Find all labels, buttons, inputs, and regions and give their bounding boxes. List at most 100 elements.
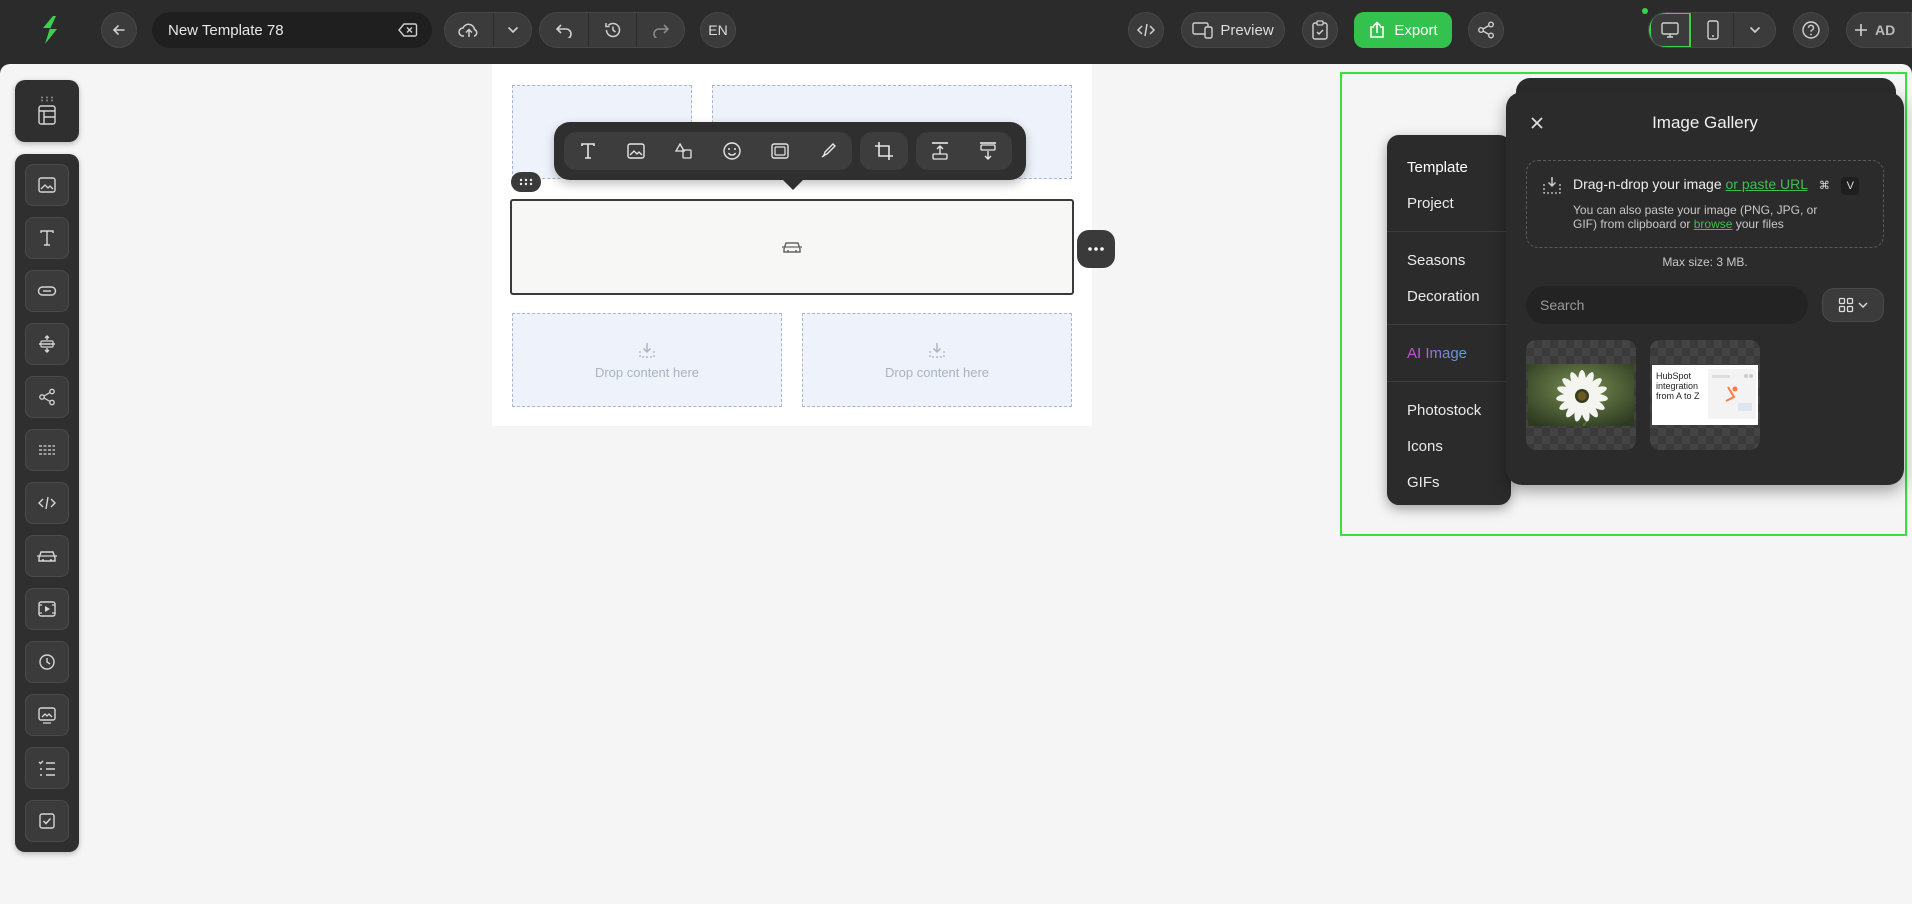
category-icons[interactable]: Icons <box>1387 428 1511 464</box>
gallery-image-hubspot[interactable]: HubSpot integration from A to Z <box>1650 340 1760 450</box>
drop-zone-bottom-left[interactable]: Drop content here <box>512 313 782 407</box>
html-block-button[interactable] <box>25 482 69 524</box>
preview-button[interactable]: Preview <box>1181 12 1285 48</box>
align-top-icon <box>932 142 948 160</box>
category-project[interactable]: Project <box>1387 185 1511 221</box>
social-block-icon <box>39 388 55 406</box>
test-button[interactable] <box>1302 12 1338 48</box>
export-button[interactable]: Export <box>1354 12 1452 48</box>
clipboard-check-icon <box>1312 20 1328 40</box>
save-dropdown-button[interactable] <box>493 13 531 47</box>
category-gifs[interactable]: GIFs <box>1387 464 1511 500</box>
menu-divider <box>1387 324 1511 325</box>
social-block-button[interactable] <box>25 376 69 418</box>
gallery-search-input[interactable] <box>1526 286 1808 324</box>
close-icon[interactable] <box>1528 114 1546 132</box>
redo-icon <box>652 24 669 38</box>
hubspot-graphic <box>1712 374 1753 411</box>
gallery-header: Image Gallery <box>1506 92 1904 154</box>
drop-icon <box>929 342 945 358</box>
export-label: Export <box>1394 21 1438 39</box>
chevron-down-icon <box>507 26 518 34</box>
language-label: EN <box>708 22 728 38</box>
timer-block-button[interactable] <box>25 641 69 683</box>
selected-menu-block[interactable] <box>510 199 1074 295</box>
back-button[interactable] <box>101 12 137 48</box>
hint-text-end: your files <box>1735 217 1784 231</box>
view-mode-dropdown[interactable] <box>1822 288 1884 322</box>
save-group <box>444 12 532 48</box>
code-view-button[interactable] <box>1128 12 1164 48</box>
category-template[interactable]: Template <box>1387 149 1511 185</box>
device-dropdown-button[interactable] <box>1733 13 1775 47</box>
more-options-button[interactable] <box>1077 230 1115 268</box>
banner-block-button[interactable] <box>25 694 69 736</box>
mobile-view-button[interactable] <box>1691 13 1733 47</box>
menu-block-button[interactable] <box>25 535 69 577</box>
image-block-button[interactable] <box>25 164 69 206</box>
text-block-button[interactable] <box>25 217 69 259</box>
add-emoji-button[interactable] <box>708 132 756 170</box>
add-image-button[interactable] <box>612 132 660 170</box>
category-ai-image[interactable]: AI Image <box>1387 335 1511 371</box>
devices-icon <box>1192 22 1214 39</box>
category-decoration[interactable]: Decoration <box>1387 278 1511 314</box>
gallery-title: Image Gallery <box>1652 113 1758 132</box>
blocks-panel-toggle[interactable] <box>15 80 79 142</box>
browse-link[interactable]: browse <box>1694 217 1733 231</box>
cloud-upload-button[interactable] <box>445 13 493 47</box>
drop-hint: You can also paste your image (PNG, JPG,… <box>1573 203 1833 231</box>
brush-button[interactable] <box>804 132 852 170</box>
help-button[interactable] <box>1793 12 1829 48</box>
align-middle-icon <box>980 142 996 160</box>
checkbox-block-icon <box>39 813 55 829</box>
history-button[interactable] <box>588 13 636 47</box>
add-shape-button[interactable] <box>660 132 708 170</box>
add-frame-button[interactable] <box>756 132 804 170</box>
crop-group <box>860 132 908 170</box>
crop-button[interactable] <box>860 132 908 170</box>
align-top-button[interactable] <box>916 132 964 170</box>
align-bottom-button[interactable] <box>964 132 1012 170</box>
drop-text-line: Drag-n-drop your image or paste URL ⌘ V <box>1573 176 1860 195</box>
text-block-icon <box>40 230 54 246</box>
brush-icon <box>821 143 836 158</box>
category-photostock[interactable]: Photostock <box>1387 392 1511 428</box>
share-button[interactable] <box>1468 12 1504 48</box>
menu-block-icon <box>37 551 57 562</box>
collaborators-group[interactable]: AD <box>1846 12 1912 48</box>
logo-icon <box>43 16 57 44</box>
html-block-icon <box>38 496 56 510</box>
spacer-block-icon <box>39 335 55 353</box>
gallery-category-menu: Template Project Seasons Decoration AI I… <box>1387 135 1511 505</box>
drop-zone-bottom-right[interactable]: Drop content here <box>802 313 1072 407</box>
gallery-image-daisy[interactable] <box>1526 340 1636 450</box>
undo-icon <box>555 24 572 38</box>
desktop-icon <box>1661 22 1679 38</box>
paste-url-link[interactable]: or paste URL <box>1726 176 1808 192</box>
text-icon <box>581 143 595 159</box>
checkbox-block-button[interactable] <box>25 800 69 842</box>
redo-button[interactable] <box>636 13 684 47</box>
divider-block-button[interactable] <box>25 429 69 471</box>
language-button[interactable]: EN <box>700 12 736 48</box>
spacer-block-button[interactable] <box>25 323 69 365</box>
category-seasons[interactable]: Seasons <box>1387 242 1511 278</box>
undo-button[interactable] <box>540 13 588 47</box>
video-block-button[interactable] <box>25 588 69 630</box>
image-drop-area[interactable]: Drag-n-drop your image or paste URL ⌘ V … <box>1526 160 1884 248</box>
list-block-button[interactable] <box>25 747 69 789</box>
cmd-key: ⌘ <box>1818 180 1830 192</box>
button-block-button[interactable] <box>25 270 69 312</box>
menu-divider <box>1387 231 1511 232</box>
app-logo[interactable] <box>36 12 64 48</box>
drag-handle[interactable] <box>511 172 541 192</box>
block-toolbar <box>554 122 1026 190</box>
blocks-sidebar <box>15 154 79 852</box>
export-icon <box>1370 21 1385 38</box>
template-name-field[interactable]: New Template 78 <box>152 12 432 48</box>
desktop-view-button[interactable] <box>1649 13 1691 47</box>
add-text-button[interactable] <box>564 132 612 170</box>
history-icon <box>604 22 620 38</box>
clear-icon[interactable] <box>398 22 418 38</box>
